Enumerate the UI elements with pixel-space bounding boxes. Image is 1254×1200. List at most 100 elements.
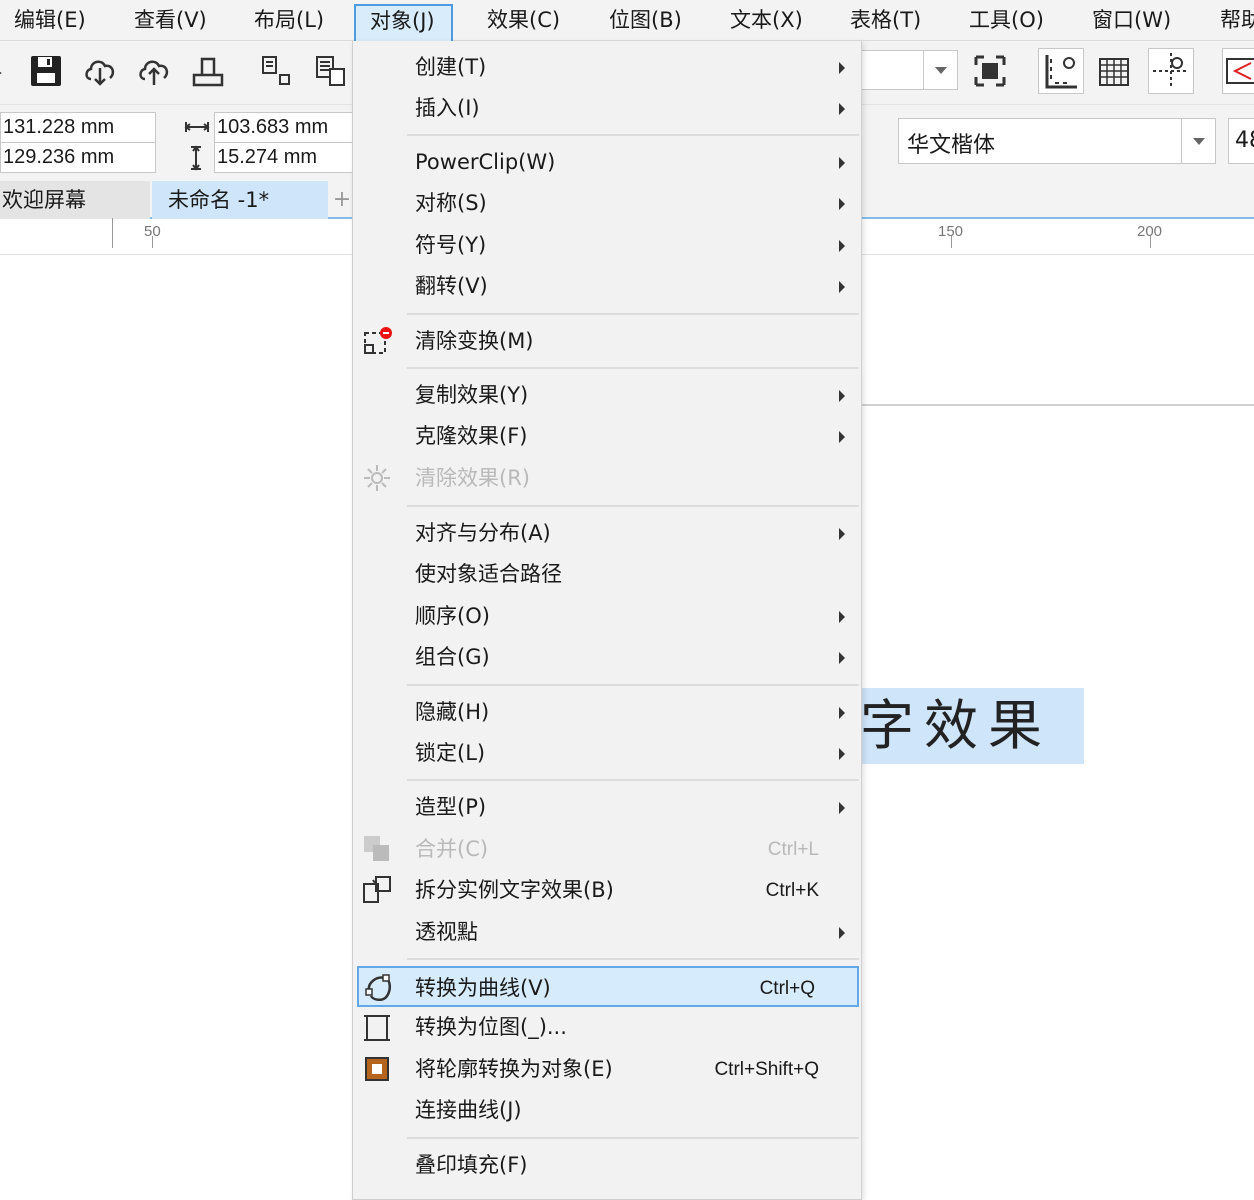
grid-icon[interactable] (1096, 53, 1132, 89)
menu-item-symmetry[interactable]: 对称(S) (353, 183, 861, 224)
chevron-down-icon[interactable] (1181, 119, 1215, 163)
submenu-arrow-icon (839, 62, 845, 74)
clear-effect-icon (364, 465, 390, 491)
menu-separator (407, 958, 859, 960)
menu-item-fit-object-to-path[interactable]: 使对象适合路径 (353, 554, 861, 595)
menu-edit[interactable]: 编辑(E) (0, 4, 102, 37)
height-field[interactable]: 15.274 mm (214, 142, 354, 173)
add-tab-button[interactable]: + (330, 187, 354, 213)
menu-view[interactable]: 查看(V) (120, 4, 223, 37)
menu-item-hide[interactable]: 隐藏(H) (353, 692, 861, 733)
cloud-upload-icon[interactable] (136, 53, 172, 89)
import-icon[interactable] (258, 53, 294, 89)
menu-item-order[interactable]: 顺序(O) (353, 596, 861, 637)
menu-item-outline-to-object[interactable]: 将轮廓转换为对象(E) Ctrl+Shift+Q (353, 1049, 861, 1090)
menu-item-label: 合并(C) (415, 837, 489, 861)
menu-item-clear-transformations[interactable]: 清除变换(M) (353, 321, 861, 362)
submenu-arrow-icon (839, 802, 845, 814)
menu-separator (407, 313, 859, 315)
menu-item-convert-to-curves[interactable]: 转换为曲线(V) Ctrl+Q (357, 966, 859, 1007)
menu-item-insert[interactable]: 插入(I) (353, 88, 861, 129)
menu-tools[interactable]: 工具(O) (955, 4, 1060, 37)
snap-icon (1226, 58, 1254, 84)
font-family-combo[interactable]: 华文楷体 (898, 118, 1216, 164)
menu-separator (407, 1137, 859, 1139)
menu-bitmaps[interactable]: 位图(B) (595, 4, 698, 37)
menu-item-label: 连接曲线(J) (415, 1098, 522, 1122)
show-rulers-button[interactable] (1038, 48, 1084, 94)
menu-item-label: 符号(Y) (415, 233, 487, 257)
menu-item-break-apart[interactable]: 拆分实例文字效果(B) Ctrl+K (353, 870, 861, 911)
chevron-icon[interactable] (0, 53, 6, 89)
combine-icon (364, 836, 389, 861)
submenu-arrow-icon (839, 390, 845, 402)
menu-separator (407, 505, 859, 507)
menu-table[interactable]: 表格(T) (836, 4, 937, 37)
menu-item-overprint-fill[interactable]: 叠印填充(F) (353, 1145, 861, 1186)
tab-untitled-1[interactable]: 未命名 -1* (152, 181, 328, 219)
menu-item-join-curves[interactable]: 连接曲线(J) (353, 1090, 861, 1131)
menu-item-combine: 合并(C) Ctrl+L (353, 829, 861, 870)
menu-item-align-distribute[interactable]: 对齐与分布(A) (353, 513, 861, 554)
menu-window[interactable]: 窗口(W) (1078, 4, 1187, 37)
menu-item-group[interactable]: 组合(G) (353, 637, 861, 678)
menu-item-label: 使对象适合路径 (415, 562, 562, 586)
cloud-download-icon[interactable] (82, 53, 118, 89)
submenu-arrow-icon (839, 748, 845, 760)
menu-text[interactable]: 文本(X) (716, 4, 819, 37)
width-icon (184, 122, 210, 132)
menu-item-perspective[interactable]: 透视點 (353, 912, 861, 953)
menu-item-label: 复制效果(Y) (415, 383, 529, 407)
save-icon[interactable] (28, 53, 64, 89)
menu-layout[interactable]: 布局(L) (240, 4, 340, 37)
menu-item-label: 克隆效果(F) (415, 424, 528, 448)
font-size-field[interactable]: 48 (1228, 118, 1254, 164)
menu-bar: 编辑(E) 查看(V) 布局(L) 对象(J) 效果(C) 位图(B) 文本(X… (0, 0, 1254, 42)
menu-item-create[interactable]: 创建(T) (353, 47, 861, 88)
submenu-arrow-icon (839, 157, 845, 169)
show-guidelines-button[interactable] (1148, 48, 1194, 94)
submenu-arrow-icon (839, 240, 845, 252)
snap-to-button[interactable] (1222, 48, 1254, 94)
menu-item-symbol[interactable]: 符号(Y) (353, 225, 861, 266)
export-icon[interactable] (312, 53, 348, 89)
menu-separator (407, 684, 859, 686)
menu-item-label: 将轮廓转换为对象(E) (415, 1057, 613, 1081)
menu-item-shortcut: Ctrl+L (767, 839, 819, 860)
menu-item-convert-to-bitmap[interactable]: 转换为位图(_)... (353, 1007, 861, 1048)
menu-item-flip[interactable]: 翻转(V) (353, 266, 861, 307)
y-position-field[interactable]: 129.236 mm (0, 142, 156, 173)
menu-item-label: 翻转(V) (415, 274, 488, 298)
ruler-label: 150 (938, 223, 964, 240)
menu-effects[interactable]: 效果(C) (473, 4, 576, 37)
selected-text-object[interactable]: 字效果 (846, 688, 1084, 764)
menu-item-label: 对称(S) (415, 191, 487, 215)
break-apart-icon (363, 876, 391, 903)
menu-item-label: 锁定(L) (415, 741, 486, 765)
submenu-arrow-icon (839, 528, 845, 540)
x-position-field[interactable]: 131.228 mm (0, 112, 156, 143)
page-border (862, 404, 1254, 406)
convert-to-bitmap-icon (364, 1015, 390, 1041)
chevron-down-icon[interactable] (923, 51, 957, 89)
print-icon[interactable] (190, 53, 226, 89)
menu-item-label: 清除效果(R) (415, 466, 530, 490)
menu-item-clone-effect[interactable]: 克隆效果(F) (353, 416, 861, 457)
full-screen-icon[interactable] (972, 53, 1008, 89)
menu-item-shaping[interactable]: 造型(P) (353, 787, 861, 828)
menu-item-powerclip[interactable]: PowerClip(W) (353, 142, 861, 183)
menu-item-label: 转换为位图(_)... (415, 1015, 567, 1039)
menu-item-copy-effect[interactable]: 复制效果(Y) (353, 375, 861, 416)
menu-item-label: 对齐与分布(A) (415, 521, 551, 545)
zoom-level-combo[interactable] (858, 50, 958, 90)
menu-help[interactable]: 帮助 (1206, 4, 1254, 37)
menu-item-label: 顺序(O) (415, 604, 490, 628)
tab-welcome-screen[interactable]: 欢迎屏幕 (0, 181, 150, 219)
menu-object[interactable]: 对象(J) (354, 4, 453, 42)
width-field[interactable]: 103.683 mm (214, 112, 354, 143)
menu-item-lock[interactable]: 锁定(L) (353, 733, 861, 774)
artistic-text: 字效果 (860, 694, 1052, 757)
menu-item-label: 清除变换(M) (415, 329, 534, 353)
ruler-label: 50 (144, 223, 161, 240)
submenu-arrow-icon (839, 707, 845, 719)
